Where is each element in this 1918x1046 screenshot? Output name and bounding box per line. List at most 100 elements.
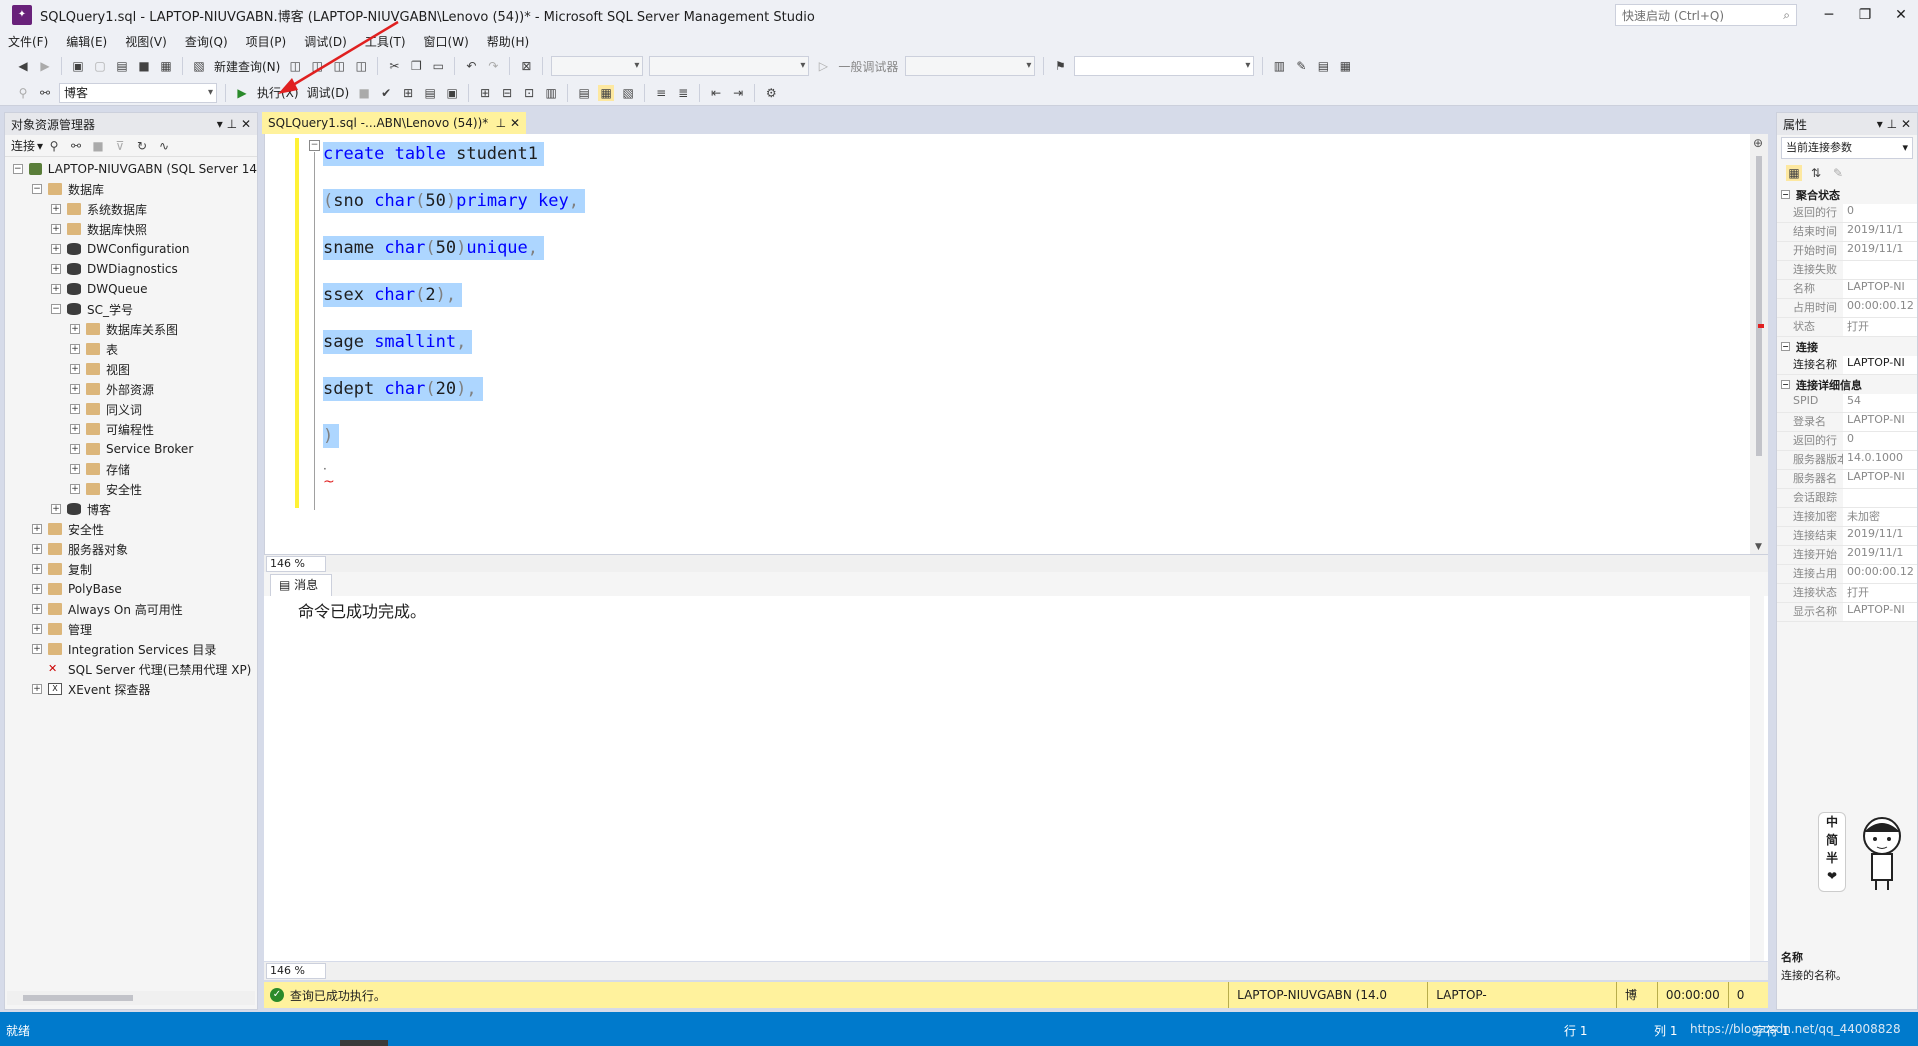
window-layout-icon[interactable]: ▦ <box>1337 58 1353 74</box>
expand-node-icon[interactable]: + <box>32 524 42 534</box>
expand-node-icon[interactable]: + <box>70 464 80 474</box>
undo-icon[interactable]: ↶ <box>463 58 479 74</box>
expand-node-icon[interactable]: + <box>32 684 42 694</box>
properties-icon[interactable]: ✎ <box>1293 58 1309 74</box>
expand-node-icon[interactable]: + <box>32 644 42 654</box>
save-all-icon[interactable]: ▦ <box>158 58 174 74</box>
editor-vertical-scrollbar[interactable]: ⊕ ▼ <box>1750 134 1768 554</box>
tree-node[interactable]: + 安全性 <box>5 519 257 539</box>
generic-debugger-button[interactable]: 一般调试器 <box>838 58 898 75</box>
live-stats-icon[interactable]: ⊡ <box>521 85 537 101</box>
tab-sqlquery1[interactable]: SQLQuery1.sql -...ABN\Lenovo (54))* ⊥ ✕ <box>262 112 526 134</box>
split-icon[interactable]: ⊕ <box>1753 136 1763 150</box>
collapse-node-icon[interactable]: − <box>1781 190 1790 199</box>
tree-node[interactable]: + 系统数据库 <box>5 199 257 219</box>
tree-node[interactable]: + X XEvent 探查器 <box>5 679 257 699</box>
expand-node-icon[interactable]: + <box>32 564 42 574</box>
expand-node-icon[interactable]: + <box>51 244 61 254</box>
menu-query[interactable]: 查询(Q) <box>185 33 228 50</box>
back-icon[interactable]: ◀ <box>15 58 31 74</box>
ime-status-widget[interactable]: 中 简 半 ❤ <box>1818 812 1918 894</box>
menu-edit[interactable]: 编辑(E) <box>66 33 107 50</box>
tree-node[interactable]: + 同义词 <box>5 399 257 419</box>
maximize-button[interactable]: ❐ <box>1848 2 1882 28</box>
panel-close-icon[interactable]: ✕ <box>241 117 251 131</box>
property-row[interactable]: 结束时间 2019/11/1 <box>1777 223 1917 242</box>
property-row[interactable]: 占用时间 00:00:00.12 <box>1777 299 1917 318</box>
refresh-icon[interactable]: ↻ <box>134 138 150 154</box>
expand-node-icon[interactable]: + <box>51 504 61 514</box>
menu-file[interactable]: 文件(F) <box>8 33 48 50</box>
activity-icon[interactable]: ∿ <box>156 138 172 154</box>
property-row[interactable]: 连接结束 2019/11/1 <box>1777 527 1917 546</box>
properties-menu-icon[interactable]: ▾ <box>1877 117 1883 131</box>
tree-node[interactable]: + 表 <box>5 339 257 359</box>
property-category[interactable]: − 连接 <box>1777 337 1917 356</box>
properties-close-icon[interactable]: ✕ <box>1901 117 1911 131</box>
expand-node-icon[interactable]: + <box>70 484 80 494</box>
paste-icon[interactable]: ▭ <box>430 58 446 74</box>
sql-editor[interactable]: − create table student1 (sno char(50)prim… <box>264 134 1768 554</box>
quick-launch-input[interactable]: 快速启动 (Ctrl+Q) ⌕ <box>1615 4 1797 26</box>
property-row[interactable]: 服务器版本 14.0.1000 <box>1777 451 1917 470</box>
messages-pane[interactable]: 命令已成功完成。 <box>264 596 1768 961</box>
results-zoom-dropdown[interactable]: 146 % <box>266 963 326 979</box>
results-to-file-icon[interactable]: ▧ <box>620 85 636 101</box>
comment-icon[interactable]: ≡ <box>653 85 669 101</box>
solution-config-dropdown[interactable] <box>551 56 644 76</box>
new-project-icon[interactable]: ▣ <box>70 58 86 74</box>
tree-node[interactable]: + PolyBase <box>5 579 257 599</box>
close-tab-icon[interactable]: ✕ <box>510 116 520 130</box>
expand-node-icon[interactable]: + <box>51 284 61 294</box>
forward-icon[interactable]: ▶ <box>37 58 53 74</box>
expand-node-icon[interactable]: + <box>70 384 80 394</box>
editor-zoom-dropdown[interactable]: 146 % <box>266 556 326 572</box>
collapse-node-icon[interactable]: − <box>1781 380 1790 389</box>
property-row[interactable]: 会话跟踪 <box>1777 489 1917 508</box>
property-category[interactable]: − 连接详细信息 <box>1777 375 1917 394</box>
property-row[interactable]: 返回的行 0 <box>1777 432 1917 451</box>
start-debug-icon[interactable]: ▷ <box>815 58 831 74</box>
decrease-indent-icon[interactable]: ⇤ <box>708 85 724 101</box>
property-row[interactable]: 显示名称 LAPTOP-NI <box>1777 603 1917 622</box>
tree-node[interactable]: + DWDiagnostics <box>5 259 257 279</box>
property-category[interactable]: − 聚合状态 <box>1777 185 1917 204</box>
expand-node-icon[interactable]: + <box>51 224 61 234</box>
connect-dropdown[interactable]: 连接 <box>11 137 35 154</box>
tree-node[interactable]: ✕ SQL Server 代理(已禁用代理 XP) <box>5 659 257 679</box>
property-row[interactable]: 状态 打开 <box>1777 318 1917 337</box>
expand-node-icon[interactable]: + <box>32 624 42 634</box>
tree-node[interactable]: + 博客 <box>5 499 257 519</box>
new-query-icon[interactable]: ▧ <box>191 58 207 74</box>
find-dropdown[interactable] <box>1074 56 1255 76</box>
scroll-down-icon[interactable]: ▼ <box>1755 542 1762 552</box>
tree-node[interactable]: + DWQueue <box>5 279 257 299</box>
collapse-icon[interactable]: − <box>309 140 320 151</box>
debug-target-dropdown[interactable] <box>905 56 1036 76</box>
stop-icon[interactable]: ■ <box>90 138 106 154</box>
menu-window[interactable]: 窗口(W) <box>424 33 469 50</box>
tree-node[interactable]: + 复制 <box>5 559 257 579</box>
expand-node-icon[interactable]: + <box>70 324 80 334</box>
property-row[interactable]: 连接占用 00:00:00.12 <box>1777 565 1917 584</box>
expand-node-icon[interactable]: + <box>32 584 42 594</box>
specify-template-values-icon[interactable]: ⚙ <box>763 85 779 101</box>
pin-icon[interactable]: ⊥ <box>227 117 237 131</box>
tree-node[interactable]: + 存储 <box>5 459 257 479</box>
property-row[interactable]: 名称 LAPTOP-NI <box>1777 280 1917 299</box>
menu-view[interactable]: 视图(V) <box>125 33 167 50</box>
tree-node[interactable]: + 服务器对象 <box>5 539 257 559</box>
expand-node-icon[interactable]: + <box>51 204 61 214</box>
expand-node-icon[interactable]: + <box>51 264 61 274</box>
connect-plug-icon[interactable]: ⚲ <box>46 138 62 154</box>
property-row[interactable]: SPID 54 <box>1777 394 1917 413</box>
expand-node-icon[interactable]: + <box>70 424 80 434</box>
change-connection-icon[interactable]: ⚯ <box>37 85 53 101</box>
solution-platform-dropdown[interactable] <box>649 56 810 76</box>
properties-pin-icon[interactable]: ⊥ <box>1887 117 1897 131</box>
pin-tab-icon[interactable]: ⊥ <box>496 116 506 130</box>
expand-node-icon[interactable]: + <box>32 544 42 554</box>
tree-node[interactable]: + 安全性 <box>5 479 257 499</box>
expand-node-icon[interactable]: + <box>32 604 42 614</box>
increase-indent-icon[interactable]: ⇥ <box>730 85 746 101</box>
